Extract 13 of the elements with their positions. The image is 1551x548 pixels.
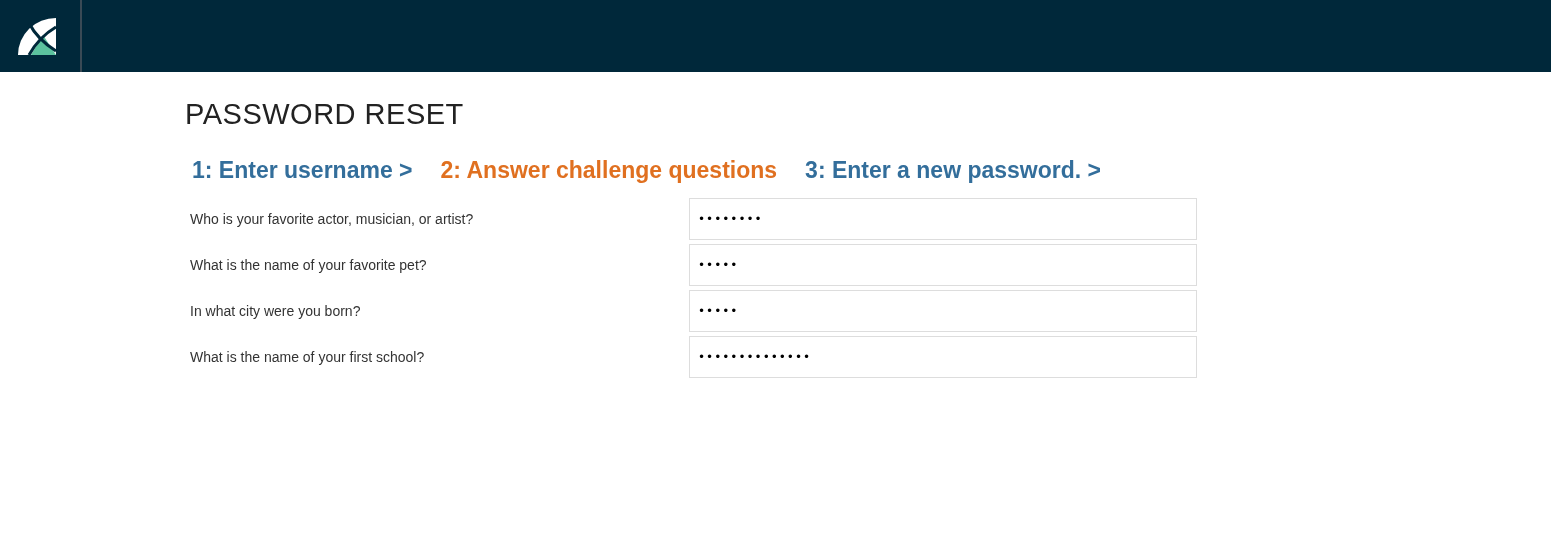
question-label: In what city were you born? — [189, 303, 362, 319]
logo-icon[interactable] — [17, 17, 57, 55]
page-title: PASSWORD RESET — [185, 98, 465, 131]
step-label: 3: Enter a new password. > — [805, 157, 1101, 184]
answer-field[interactable]: •••••••• — [689, 198, 1197, 240]
question-label: What is the name of your favorite pet? — [189, 257, 428, 273]
answer-field[interactable]: ••••• — [689, 244, 1197, 286]
step-label: 2: Answer challenge questions — [440, 157, 778, 184]
question-label: What is the name of your first school? — [189, 349, 426, 365]
answer-field[interactable]: •••••••••••••• — [689, 336, 1197, 378]
answer-field[interactable]: ••••• — [689, 290, 1197, 332]
step-label: 1: Enter username > — [192, 157, 413, 184]
question-label: Who is your favorite actor, musician, or artist? — [189, 211, 475, 227]
